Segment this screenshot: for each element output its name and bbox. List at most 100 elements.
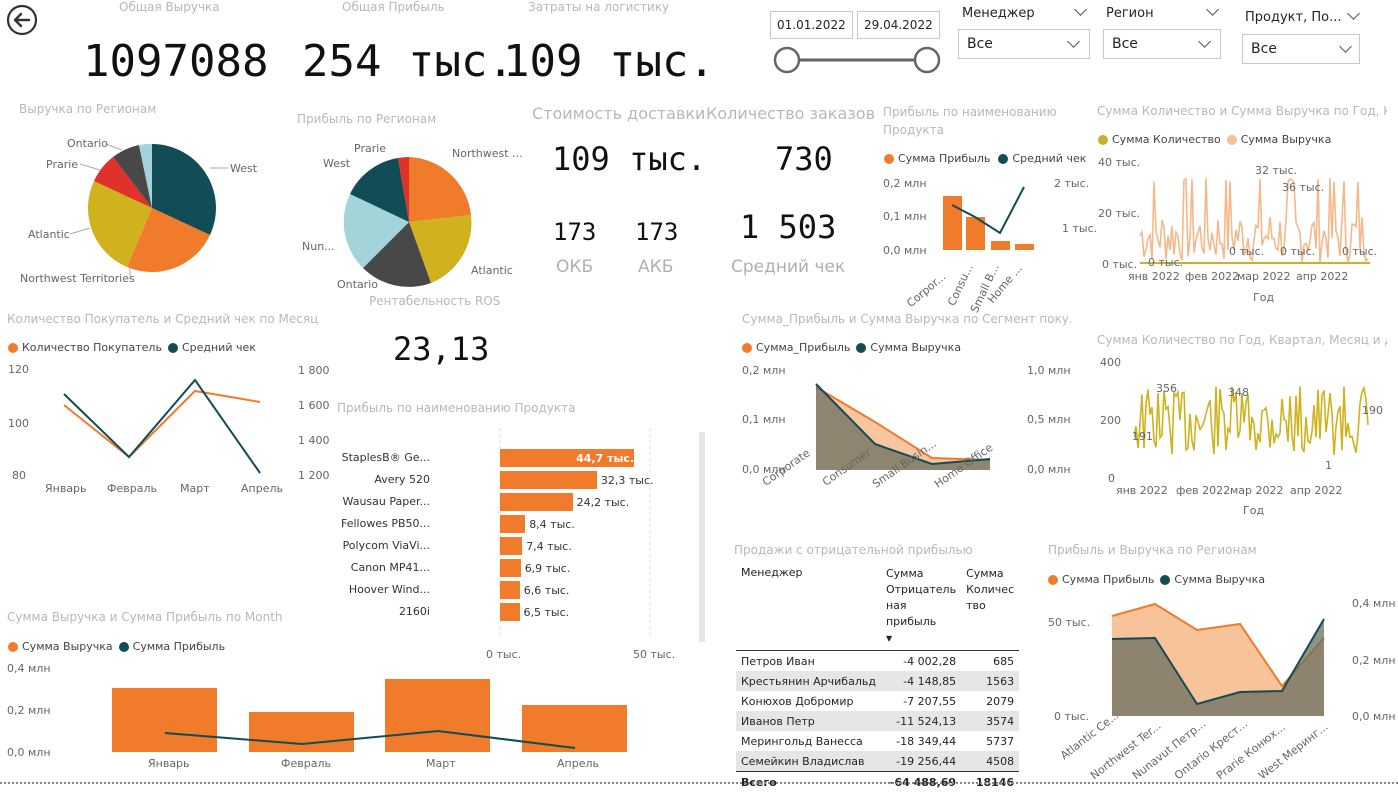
segment-legend: Сумма_Прибыль Сумма Выручка xyxy=(742,341,961,354)
hbar-product-title: Прибыль по наименованию Продукта xyxy=(337,401,575,415)
col-header-neg-profit[interactable]: СуммаОтрицательнаяприбыль▼ xyxy=(881,563,961,651)
slider-start-handle xyxy=(775,48,799,72)
pie-slice-nw xyxy=(409,157,471,222)
profit-value: 254 тыс. xyxy=(302,36,514,87)
orders-value: 730 xyxy=(775,140,833,178)
hbar-label: Canon MP41... xyxy=(330,561,430,574)
pie-label-atlantic: Atlantic xyxy=(471,264,513,277)
profit-by-region-title: Прибыль по Регионам xyxy=(297,112,436,126)
hbar-value: 7,4 тыс. xyxy=(526,540,572,553)
hbar-value: 44,7 тыс. xyxy=(576,452,634,465)
hbar-label: 2160i xyxy=(330,605,430,618)
chevron-down-icon[interactable] xyxy=(1347,7,1360,20)
pie-label-prarie: Prarie xyxy=(354,142,386,155)
hbar-value: 6,6 тыс. xyxy=(524,584,570,597)
hbar-label: Avery 520 xyxy=(330,473,430,486)
chevron-down-icon[interactable] xyxy=(1206,3,1219,16)
pie-label-atlantic: Atlantic xyxy=(28,228,70,241)
col-header-manager[interactable]: Менеджер xyxy=(736,563,881,651)
revenue-value: 1097088 xyxy=(83,36,268,87)
hbar-bar[interactable] xyxy=(500,471,597,489)
ros-value: 23,13 xyxy=(393,330,489,368)
segment-title: Сумма_Прибыль и Сумма Выручка по Сегмент… xyxy=(742,312,1072,326)
ros-title: Рентабельность ROS xyxy=(369,294,500,308)
rev-profit-month-legend: Сумма Выручка Сумма Прибыль xyxy=(8,640,225,653)
profit-title: Общая Прибыль xyxy=(342,0,445,14)
hbar-value: 6,5 тыс. xyxy=(524,606,570,619)
back-arrow-icon xyxy=(6,4,38,36)
chevron-down-icon[interactable] xyxy=(1074,3,1087,16)
qty-rev-year-title: Сумма Количество и Сумма Выручка по Год,… xyxy=(1097,104,1387,118)
qty-line-title: Сумма Количество по Год, Квартал, Месяц … xyxy=(1097,333,1387,347)
hbar-label: Polycom ViaVi... xyxy=(330,539,430,552)
okb-label: ОКБ xyxy=(556,257,593,277)
product-combo-title: Прибыль по наименованию xyxy=(883,105,1057,119)
hbar-bar[interactable] xyxy=(500,493,573,511)
hbar-bar[interactable] xyxy=(500,515,525,533)
hbar-product-chart[interactable]: StaplesB® Ge... 44,7 тыс. Avery 520 32,3 ты… xyxy=(330,428,700,663)
product-combo-chart[interactable] xyxy=(935,175,1045,255)
logistics-value: 109 тыс. xyxy=(503,36,715,87)
back-button[interactable] xyxy=(6,4,38,36)
neg-table-title: Продажи с отрицательной прибылью xyxy=(734,543,973,557)
region-slicer-title: Регион xyxy=(1106,6,1154,21)
hbar-label: StaplesB® Ge... xyxy=(330,451,430,464)
pie-label-nun: Nun... xyxy=(302,240,335,253)
pie-label-nw: Northwest ... xyxy=(452,147,523,160)
hbar-value: 24,2 тыс. xyxy=(577,496,630,509)
revenue-by-region-pie[interactable] xyxy=(0,118,290,293)
region-area-chart[interactable] xyxy=(1100,598,1345,720)
table-row[interactable]: Петров Иван-4 002,28685 xyxy=(736,651,1019,672)
date-to-input[interactable]: 29.04.2022 xyxy=(857,11,940,39)
hbar-value: 32,3 тыс. xyxy=(601,474,654,487)
akb-value: 173 xyxy=(635,218,678,246)
buyers-month-legend: Количество Покупатель Средний чек xyxy=(8,341,256,354)
hbar-bar[interactable] xyxy=(500,581,520,599)
okb-value: 173 xyxy=(553,218,596,246)
delivery-title: Стоимость доставки xyxy=(532,104,705,123)
pie-label-ontario: Ontario xyxy=(337,278,378,291)
hbar-label: Wausau Paper... xyxy=(330,495,430,508)
qty-rev-year-legend: Сумма Количество Сумма Выручка xyxy=(1098,133,1331,146)
delivery-value: 109 тыс. xyxy=(552,140,706,178)
table-row[interactable]: Меринголь­д Ванесса-18 349,445737 xyxy=(736,731,1019,751)
table-row[interactable]: Конюхов Добромир-7 207,552079 xyxy=(736,691,1019,711)
avg-check-label: Средний чек xyxy=(731,257,845,277)
manager-slicer-title: Менеджер xyxy=(962,6,1035,21)
hbar-scrollbar[interactable] xyxy=(699,432,705,642)
revenue-by-region-title: Выручка по Регионам xyxy=(19,102,156,116)
table-row[interactable]: Семейкин Владислав-19 256,444508 xyxy=(736,751,1019,772)
neg-profit-table[interactable]: Менеджер СуммаОтрицательнаяприбыль▼ Сумм… xyxy=(736,563,1016,792)
page-bottom-border xyxy=(0,782,1398,784)
buyers-month-title: Количество Покупатель и Средний чек по М… xyxy=(7,312,318,326)
rev-profit-month-title: Сумма Выручка и Сумма Прибыль по Month xyxy=(7,610,283,624)
revenue-title: Общая Выручка xyxy=(119,0,220,14)
pie-label-prarie: Prarie xyxy=(46,158,78,171)
table-row[interactable]: Иванов Петр-11 524,133574 xyxy=(736,711,1019,731)
avg-check-value: 1 503 xyxy=(740,208,836,246)
pie-label-nwt: Northwest Territories xyxy=(20,272,135,285)
region-area-legend: Сумма Прибыль Сумма Выручка xyxy=(1048,573,1265,586)
date-from-input[interactable]: 01.01.2022 xyxy=(770,11,853,39)
product-combo-legend: Сумма Прибыль Средний чек xyxy=(884,152,1086,165)
akb-label: АКБ xyxy=(638,257,673,277)
product-combo-title-2: Продукта xyxy=(883,123,944,137)
orders-title: Количество заказов xyxy=(706,104,875,123)
pie-label-west: West xyxy=(323,157,350,170)
slider-end-handle xyxy=(915,48,939,72)
buyers-month-chart[interactable] xyxy=(40,365,290,480)
date-range-slider[interactable] xyxy=(773,46,941,74)
pie-label-west: West xyxy=(230,162,257,175)
hbar-bar[interactable] xyxy=(500,537,522,555)
col-header-qty[interactable]: СуммаКоличество xyxy=(961,563,1019,651)
logistics-title: Затраты на логистику xyxy=(528,0,669,14)
pie-label-ontario: Ontario xyxy=(67,137,108,150)
table-row[interactable]: Крестьянин Арчибальд-4 148,851563 xyxy=(736,671,1019,691)
hbar-label: Fellowes PB50... xyxy=(330,517,430,530)
hbar-bar[interactable] xyxy=(500,559,521,577)
region-area-title: Прибыль и Выручка по Регионам xyxy=(1048,543,1257,557)
hbar-value: 8,4 тыс. xyxy=(529,518,575,531)
rev-profit-month-chart[interactable] xyxy=(60,670,700,755)
product-slicer-title: Продукт, По... xyxy=(1245,10,1341,25)
hbar-bar[interactable] xyxy=(500,603,520,621)
